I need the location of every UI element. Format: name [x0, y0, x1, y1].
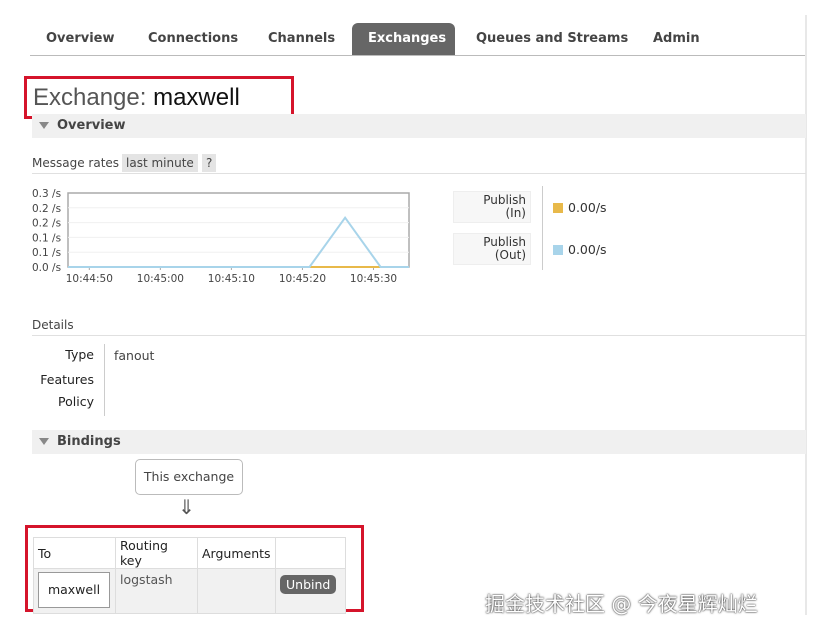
details-vertical-divider	[104, 344, 105, 416]
queue-link-maxwell[interactable]: maxwell	[38, 572, 110, 608]
y-tick-label: 0.3 /s	[32, 188, 61, 200]
cell-to: maxwell	[33, 568, 116, 614]
page-title-prefix: Exchange:	[33, 84, 147, 111]
collapse-triangle-icon	[39, 438, 49, 445]
tab-overview[interactable]: Overview	[30, 23, 131, 55]
x-tick-label: 10:45:10	[208, 273, 255, 285]
cell-routing-key: logstash	[115, 568, 198, 614]
legend-publish-out-label: Publish (Out)	[453, 233, 531, 265]
details-divider	[32, 335, 806, 336]
tab-exchanges[interactable]: Exchanges	[352, 23, 455, 55]
unbind-button[interactable]: Unbind	[280, 575, 337, 594]
y-tick-label: 0.2 /s	[32, 218, 61, 230]
legend-swatch-in	[553, 203, 563, 213]
column-header-arguments: Arguments	[197, 537, 276, 569]
column-header-routing-key: Routing key	[115, 537, 198, 569]
chart-plot-frame	[67, 192, 410, 268]
collapse-triangle-icon	[39, 122, 49, 129]
help-chip[interactable]: ?	[202, 154, 217, 172]
legend-divider	[542, 186, 543, 270]
legend-value-in: 0.00/s	[568, 200, 607, 215]
y-tick-label: 0.0 /s	[32, 262, 61, 274]
bindings-table: To Routing key Arguments maxwell logstas…	[33, 537, 346, 614]
legend-publish-in-label: Publish (In)	[453, 191, 531, 223]
legend-publish-out-line2: (Out)	[494, 248, 526, 262]
watermark: 掘金技术社区 @ 今夜星辉灿烂	[485, 592, 758, 616]
y-tick-label: 0.1 /s	[32, 232, 61, 244]
this-exchange-box: This exchange	[135, 459, 243, 495]
details-label: Details	[32, 318, 74, 332]
range-chip[interactable]: last minute	[122, 154, 198, 172]
page-title-name: maxwell	[153, 84, 240, 111]
bindings-section-header[interactable]: Bindings	[32, 430, 806, 454]
x-tick-label: 10:45:30	[350, 273, 397, 285]
column-header-to: To	[33, 537, 116, 569]
table-row: maxwell logstash Unbind	[33, 568, 346, 614]
bindings-section-label: Bindings	[57, 434, 121, 449]
legend-value-out: 0.00/s	[568, 242, 607, 257]
column-header-actions	[275, 537, 346, 569]
message-rates-row: Message rates last minute ?	[32, 154, 806, 174]
overview-section-label: Overview	[57, 118, 126, 133]
message-rates-label: Message rates	[32, 156, 120, 170]
main-nav: Overview Connections Channels Exchanges …	[30, 23, 806, 56]
x-tick-label: 10:45:20	[279, 273, 326, 285]
cell-arguments	[197, 568, 276, 614]
chart-svg: 0.3 /s 0.2 /s 0.2 /s 0.1 /s 0.1 /s 0.0 /s 10:4…	[32, 188, 410, 285]
detail-policy-key: Policy	[58, 394, 94, 409]
tab-admin[interactable]: Admin	[637, 23, 716, 55]
detail-features-key: Features	[40, 372, 94, 387]
table-header-row: To Routing key Arguments	[33, 537, 346, 569]
legend-swatch-out	[553, 245, 563, 255]
frame-edge	[805, 15, 807, 615]
detail-type-value: fanout	[114, 348, 155, 363]
x-tick-label: 10:45:00	[137, 273, 184, 285]
overview-section-header[interactable]: Overview	[32, 114, 806, 138]
cell-actions: Unbind	[275, 568, 346, 614]
detail-type-key: Type	[65, 347, 94, 362]
tab-channels[interactable]: Channels	[252, 23, 351, 55]
page-title: Exchange: maxwell	[33, 84, 240, 112]
x-tick-label: 10:44:50	[66, 273, 113, 285]
legend-publish-in-line2: (In)	[505, 206, 526, 220]
tab-connections[interactable]: Connections	[132, 23, 254, 55]
tab-queues-and-streams[interactable]: Queues and Streams	[460, 23, 644, 55]
message-rates-chart: 0.3 /s 0.2 /s 0.2 /s 0.1 /s 0.1 /s 0.0 /s 10:4…	[32, 184, 422, 289]
y-tick-label: 0.1 /s	[32, 247, 61, 259]
y-tick-label: 0.2 /s	[32, 203, 61, 215]
down-double-arrow-icon: ⇓	[178, 495, 195, 519]
